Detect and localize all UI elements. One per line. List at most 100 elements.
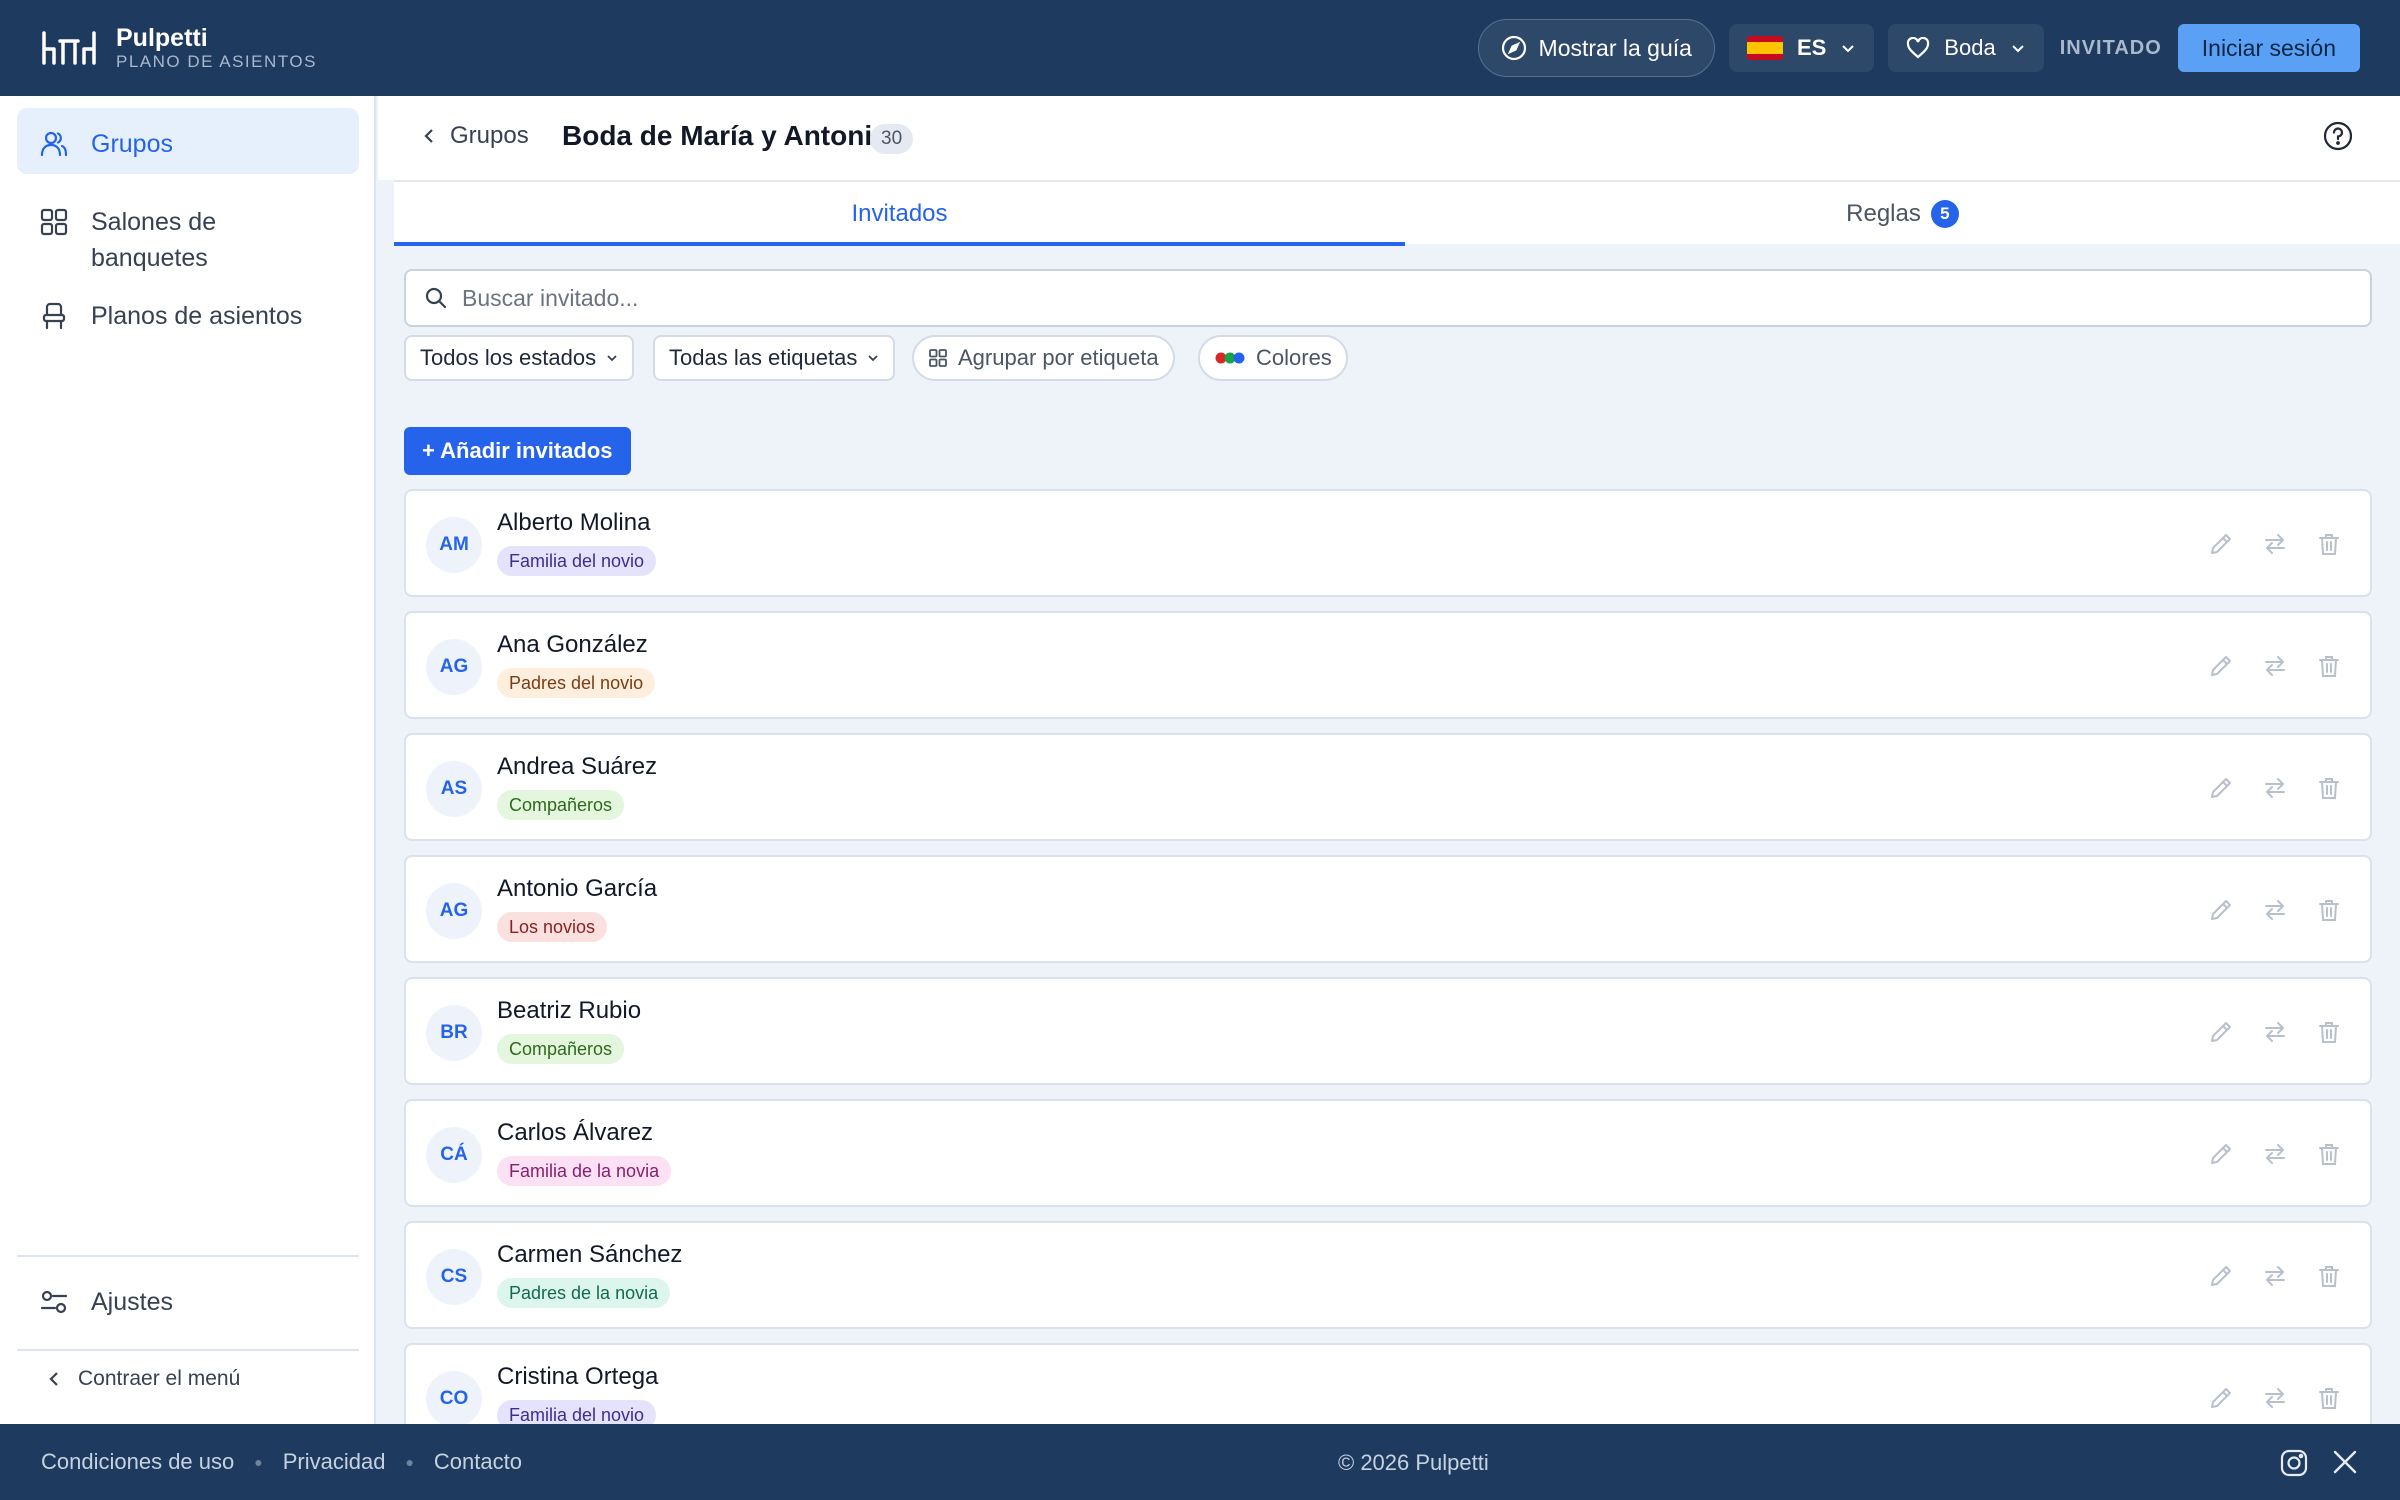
edit-button[interactable] [2206, 773, 2236, 803]
x-twitter-icon[interactable] [2331, 1448, 2359, 1476]
event-label: Boda [1944, 35, 1996, 60]
copyright: © 2026 Pulpetti [1338, 1450, 1489, 1475]
users-icon [40, 131, 68, 157]
pencil-icon [2211, 1266, 2231, 1286]
guest-name: Cristina Ortega [497, 1363, 659, 1390]
terms-link[interactable]: Condiciones de uso [41, 1449, 234, 1475]
settings-label: Ajustes [91, 1288, 173, 1316]
colors-toggle[interactable]: Colores [1198, 335, 1348, 381]
login-button[interactable]: Iniciar sesión [2177, 24, 2360, 72]
guest-name: Carlos Álvarez [497, 1119, 654, 1146]
trash-icon [2319, 1144, 2339, 1165]
guest-row[interactable]: BR Beatriz Rubio Compañeros [404, 977, 2372, 1085]
edit-button[interactable] [2206, 1261, 2236, 1291]
delete-button[interactable] [2314, 1139, 2344, 1169]
search-input[interactable] [462, 284, 2262, 312]
swap-arrows-icon [2265, 1144, 2285, 1164]
swap-arrows-icon [2265, 534, 2285, 554]
contact-link[interactable]: Contacto [434, 1449, 522, 1475]
show-guide-label: Mostrar la guía [1538, 34, 1692, 61]
edit-button[interactable] [2206, 1139, 2236, 1169]
grid-icon [929, 349, 947, 367]
privacy-link[interactable]: Privacidad [283, 1449, 386, 1475]
status-filter[interactable]: Todos los estados [404, 335, 635, 381]
instagram-icon[interactable] [2279, 1448, 2309, 1478]
trash-icon [2319, 900, 2339, 921]
edit-button[interactable] [2206, 895, 2236, 925]
grid-icon [40, 208, 68, 236]
main-content: Grupos Boda de María y Antonio 30 Invita… [378, 96, 2400, 1424]
sidebar-item-ajustes[interactable]: Ajustes [17, 1266, 359, 1338]
trash-icon [2319, 1266, 2339, 1287]
guest-row[interactable]: AS Andrea Suárez Compañeros [404, 733, 2372, 841]
tab-label: Invitados [851, 200, 948, 227]
sidebar-item-planos[interactable]: Planos de asientos [17, 280, 359, 352]
move-button[interactable] [2260, 773, 2290, 803]
edit-button[interactable] [2206, 529, 2236, 559]
move-button[interactable] [2260, 895, 2290, 925]
guest-name: Alberto Molina [497, 509, 651, 536]
collapse-menu-label: Contraer el menú [78, 1367, 241, 1390]
chevron-down-icon [2011, 45, 2024, 53]
add-guests-button[interactable]: + Añadir invitados [404, 427, 631, 475]
delete-button[interactable] [2314, 1261, 2344, 1291]
delete-button[interactable] [2314, 651, 2344, 681]
guest-avatar: AG [426, 639, 482, 695]
guest-search [404, 269, 2372, 327]
sidebar-item-grupos[interactable]: Grupos [17, 108, 359, 174]
chevron-left-icon [424, 129, 433, 143]
delete-button[interactable] [2314, 773, 2344, 803]
move-button[interactable] [2260, 1139, 2290, 1169]
help-icon[interactable] [2322, 120, 2354, 152]
guest-avatar: AS [426, 761, 482, 817]
guest-tag: Familia de la novia [497, 1156, 672, 1186]
move-button[interactable] [2260, 1383, 2290, 1413]
show-guide-button[interactable]: Mostrar la guía [1477, 19, 1715, 77]
brand[interactable]: Pulpetti PLANO DE ASIENTOS [40, 24, 317, 72]
guest-row[interactable]: AG Antonio García Los novios [404, 855, 2372, 963]
guest-name: Antonio García [497, 875, 658, 902]
group-by-label-toggle[interactable]: Agrupar por etiqueta [912, 335, 1175, 381]
event-selector[interactable]: Boda [1888, 24, 2044, 72]
guest-avatar: AG [426, 883, 482, 939]
sidebar-item-label: Planos de asientos [91, 302, 303, 330]
delete-button[interactable] [2314, 1383, 2344, 1413]
guest-list: AM Alberto Molina Familia del novio AG A… [404, 489, 2372, 1424]
move-button[interactable] [2260, 1017, 2290, 1047]
edit-button[interactable] [2206, 651, 2236, 681]
active-tab-indicator [394, 242, 1405, 246]
guest-row[interactable]: CÁ Carlos Álvarez Familia de la novia [404, 1099, 2372, 1207]
chevron-down-icon [1842, 45, 1855, 53]
chair-icon [42, 302, 66, 330]
delete-button[interactable] [2314, 1017, 2344, 1047]
tab-invitados[interactable]: Invitados [394, 182, 1405, 246]
tab-label: Reglas [1846, 200, 1921, 227]
delete-button[interactable] [2314, 529, 2344, 559]
guest-row[interactable]: AG Ana González Padres del novio [404, 611, 2372, 719]
guest-row[interactable]: CS Carmen Sánchez Padres de la novia [404, 1221, 2372, 1329]
swap-arrows-icon [2265, 1022, 2285, 1042]
edit-button[interactable] [2206, 1017, 2236, 1047]
labels-filter[interactable]: Todas las etiquetas [653, 335, 896, 381]
guest-row[interactable]: CO Cristina Ortega Familia del novio [404, 1343, 2372, 1424]
collapse-menu-button[interactable]: Contraer el menú [46, 1367, 240, 1391]
move-button[interactable] [2260, 1261, 2290, 1291]
delete-button[interactable] [2314, 895, 2344, 925]
swap-arrows-icon [2265, 656, 2285, 676]
sliders-icon [40, 1290, 68, 1314]
top-bar: Pulpetti PLANO DE ASIENTOS Mostrar la gu… [0, 0, 2400, 96]
guest-tag: Compañeros [497, 1034, 625, 1064]
move-button[interactable] [2260, 529, 2290, 559]
guest-avatar: CÁ [426, 1127, 482, 1183]
pulpetti-logo-icon [42, 31, 96, 65]
back-to-groups-link[interactable]: Grupos [422, 122, 529, 150]
guest-name: Beatriz Rubio [497, 997, 642, 1024]
tab-reglas[interactable]: Reglas 5 [1405, 182, 2400, 246]
rules-count-badge: 5 [1930, 200, 1959, 228]
language-selector[interactable]: ES [1728, 24, 1875, 72]
guest-row[interactable]: AM Alberto Molina Familia del novio [404, 489, 2372, 597]
sidebar-item-salones[interactable]: Salones de banquetes [17, 186, 359, 294]
edit-button[interactable] [2206, 1383, 2236, 1413]
move-button[interactable] [2260, 651, 2290, 681]
guest-avatar: BR [426, 1005, 482, 1061]
